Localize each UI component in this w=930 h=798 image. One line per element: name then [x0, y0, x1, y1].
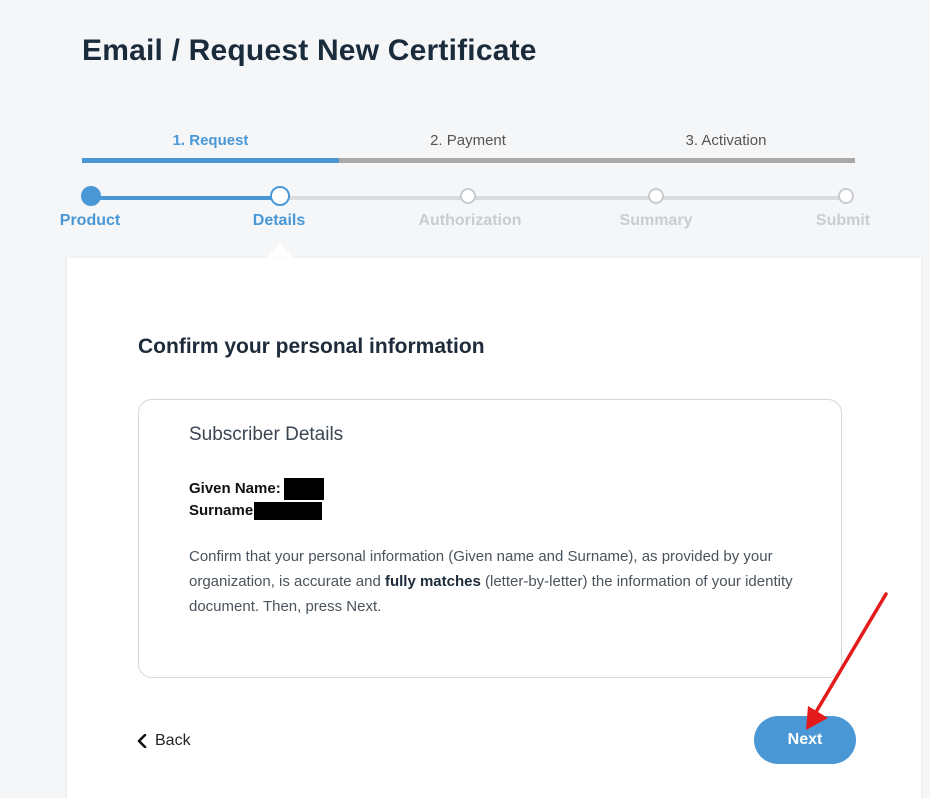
- tab-progress-bar-active: [82, 158, 339, 163]
- tab-activation[interactable]: 3. Activation: [597, 132, 855, 158]
- step-dot-authorization: [460, 188, 476, 204]
- tab-payment[interactable]: 2. Payment: [339, 132, 597, 158]
- step-dot-details[interactable]: [270, 186, 290, 206]
- step-label-product[interactable]: Product: [30, 212, 150, 230]
- details-card: Confirm your personal information Subscr…: [67, 258, 921, 798]
- given-name-field: Given Name:: [189, 478, 324, 500]
- back-button[interactable]: Back: [137, 732, 191, 750]
- surname-label: Surname: [189, 502, 254, 519]
- step-dot-summary: [648, 188, 664, 204]
- stepper: Product Details Authorization Summary Su…: [0, 180, 930, 240]
- note-text-emphasis: fully matches: [384, 573, 481, 590]
- chevron-left-icon: [137, 734, 147, 748]
- stepper-line-pending: [280, 196, 846, 200]
- tab-progress-bar-inactive: [339, 158, 855, 163]
- subscriber-details-title: Subscriber Details: [189, 424, 344, 445]
- page-title: Email / Request New Certificate: [82, 34, 537, 67]
- given-name-label: Given Name:: [189, 479, 281, 497]
- step-label-summary: Summary: [619, 212, 693, 229]
- redacted-given-name: [283, 478, 324, 500]
- confirmation-note: Confirm that your personal information (…: [189, 544, 799, 619]
- step-label-details[interactable]: Details: [219, 212, 339, 230]
- step-dot-product[interactable]: [81, 186, 101, 206]
- step-label-authorization: Authorization: [418, 212, 522, 229]
- tab-request[interactable]: 1. Request: [82, 132, 339, 158]
- back-label: Back: [155, 732, 191, 749]
- step-dot-submit: [838, 188, 854, 204]
- card-pointer: [266, 244, 294, 258]
- section-title: Confirm your personal information: [138, 335, 485, 358]
- subscriber-details-box: Subscriber Details Given Name: Surname C…: [138, 399, 842, 678]
- stepper-line-completed: [91, 196, 280, 200]
- next-button[interactable]: Next: [754, 716, 856, 764]
- redacted-surname: [254, 502, 323, 521]
- progress-tabs: 1. Request 2. Payment 3. Activation: [82, 132, 855, 164]
- step-label-submit: Submit: [815, 212, 871, 229]
- surname-field: Surname: [189, 502, 323, 521]
